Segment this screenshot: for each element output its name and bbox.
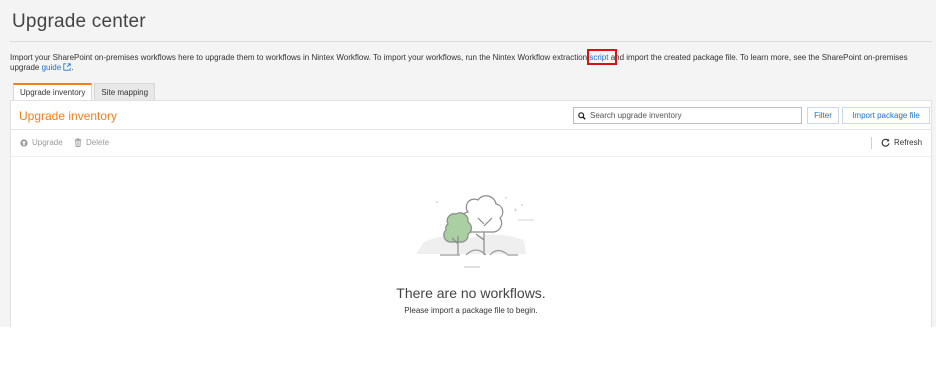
search-box: [573, 107, 802, 124]
delete-label: Delete: [86, 138, 110, 147]
guide-link-label: guide: [41, 63, 62, 72]
panel-title: Upgrade inventory: [19, 109, 118, 123]
upgrade-button[interactable]: Upgrade: [20, 138, 63, 147]
upgrade-inventory-panel: Upgrade inventory Filter Import package …: [10, 100, 932, 327]
trash-icon: [74, 138, 82, 147]
empty-trees-illustration: [416, 195, 534, 268]
description-text-before: Import your SharePoint on-premises workf…: [10, 53, 590, 62]
guide-link[interactable]: guide: [42, 63, 72, 72]
empty-state: There are no workflows. Please import a …: [11, 156, 931, 327]
refresh-label: Refresh: [894, 138, 923, 147]
toolbar-separator: [871, 137, 872, 149]
script-link-wrapper: script: [587, 49, 618, 65]
upgrade-icon: [20, 138, 28, 147]
title-divider: [10, 41, 932, 42]
delete-button[interactable]: Delete: [74, 138, 109, 147]
page-title: Upgrade center: [12, 11, 146, 32]
tab-upgrade-inventory[interactable]: Upgrade inventory: [13, 83, 93, 100]
empty-state-subtitle: Please import a package file to begin.: [404, 306, 538, 315]
toolbar: Upgrade Delete Refresh: [11, 130, 931, 156]
empty-state-title: There are no workflows.: [396, 285, 546, 301]
description-text-after: .: [71, 63, 74, 72]
refresh-button[interactable]: Refresh: [881, 138, 922, 147]
tab-site-mapping[interactable]: Site mapping: [94, 83, 156, 100]
search-icon: [578, 111, 586, 120]
filter-button[interactable]: Filter: [807, 107, 839, 124]
highlight-box: [587, 49, 618, 65]
search-input[interactable]: [590, 111, 790, 120]
upgrade-center-page: Upgrade center Import your SharePoint on…: [0, 0, 936, 327]
tab-bar: Upgrade inventory Site mapping: [13, 83, 157, 100]
upgrade-label: Upgrade: [32, 138, 63, 147]
refresh-icon: [881, 138, 890, 147]
import-package-file-button[interactable]: Import package file: [842, 107, 930, 124]
page-description: Import your SharePoint on-premises workf…: [10, 49, 928, 73]
